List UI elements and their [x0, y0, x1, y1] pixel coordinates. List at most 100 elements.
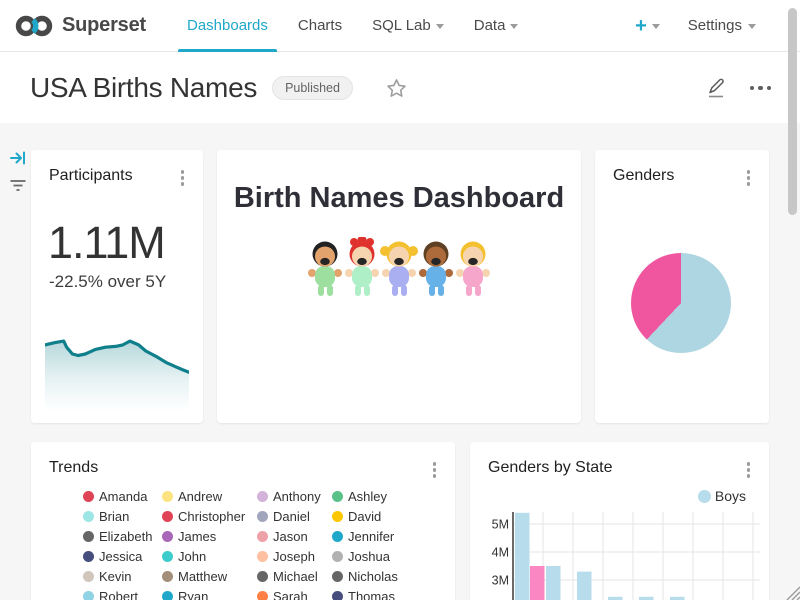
genders-pie-chart[interactable]	[631, 253, 731, 353]
legend-item-elizabeth[interactable]: Elizabeth	[83, 530, 162, 543]
legend-dot	[332, 591, 343, 600]
legend-item-james[interactable]: James	[162, 530, 257, 543]
legend-label: Boys	[715, 488, 746, 504]
nav-item-dashboards[interactable]: Dashboards	[172, 0, 283, 52]
legend-label: Jessica	[99, 549, 142, 564]
legend-dot	[257, 511, 268, 522]
legend-label: Anthony	[273, 489, 321, 504]
legend-dot	[83, 531, 94, 542]
legend-label: Matthew	[178, 569, 227, 584]
legend-label: Jason	[273, 529, 308, 544]
legend-item-nicholas[interactable]: Nicholas	[332, 570, 442, 583]
navbar-right: + Settings	[629, 16, 786, 36]
legend-item-thomas[interactable]: Thomas	[332, 590, 442, 600]
vertical-scrollbar[interactable]	[788, 8, 797, 215]
edit-pencil-icon[interactable]	[706, 77, 727, 99]
kid-figure	[456, 242, 490, 297]
kebab-menu-icon[interactable]	[428, 459, 442, 481]
legend-item-michael[interactable]: Michael	[257, 570, 332, 583]
legend-item-ryan[interactable]: Ryan	[162, 590, 257, 600]
kebab-menu-icon[interactable]	[176, 167, 190, 189]
legend-label: Sarah	[273, 589, 308, 600]
genders-card: Genders	[595, 150, 769, 423]
legend-label: Thomas	[348, 589, 395, 600]
legend-item-ashley[interactable]: Ashley	[332, 490, 442, 503]
new-button[interactable]: +	[629, 16, 666, 36]
legend-dot	[332, 491, 343, 502]
legend-dot	[332, 511, 343, 522]
legend-dot	[162, 571, 173, 582]
legend-dot	[162, 531, 173, 542]
legend-item-joshua[interactable]: Joshua	[332, 550, 442, 563]
nav-label: Charts	[298, 17, 342, 34]
legend-label: James	[178, 529, 216, 544]
resize-handle[interactable]	[783, 583, 800, 600]
legend-item-jennifer[interactable]: Jennifer	[332, 530, 442, 543]
legend-dot	[83, 571, 94, 582]
legend-label: Andrew	[178, 489, 222, 504]
legend-label: Nicholas	[348, 569, 398, 584]
legend-item-joseph[interactable]: Joseph	[257, 550, 332, 563]
legend-dot	[332, 571, 343, 582]
big-number-subheader: -22.5% over 5Y	[49, 272, 203, 292]
legend-item-daniel[interactable]: Daniel	[257, 510, 332, 523]
nav-menu: Dashboards Charts SQL Lab Data	[172, 0, 533, 52]
legend-dot	[83, 511, 94, 522]
legend-item-jessica[interactable]: Jessica	[83, 550, 162, 563]
legend-item-robert[interactable]: Robert	[83, 590, 162, 600]
legend-label: Daniel	[273, 509, 310, 524]
settings-menu[interactable]: Settings	[688, 17, 756, 34]
dashboard-grid: Participants 1.11M -22.5% over 5Y Birth …	[0, 123, 800, 600]
legend-dot	[257, 551, 268, 562]
filter-icon[interactable]	[9, 177, 27, 195]
nav-item-data[interactable]: Data	[459, 0, 534, 52]
legend-item-kevin[interactable]: Kevin	[83, 570, 162, 583]
kid-figure	[308, 242, 342, 297]
kid-figure	[380, 242, 418, 297]
kebab-menu-icon[interactable]	[742, 167, 756, 189]
svg-text:5M: 5M	[492, 518, 509, 532]
trends-legend: Amanda Andrew Anthony Ashley Brian Christophe…	[83, 490, 442, 600]
brand-name: Superset	[62, 14, 146, 37]
legend-item-amanda[interactable]: Amanda	[83, 490, 162, 503]
legend-item-andrew[interactable]: Andrew	[162, 490, 257, 503]
legend-dot	[332, 551, 343, 562]
legend-label: Brian	[99, 509, 129, 524]
legend-dot	[162, 551, 173, 562]
nav-label: SQL Lab	[372, 17, 431, 34]
markdown-card: Birth Names Dashboard	[217, 150, 581, 423]
legend-item-boys[interactable]: Boys	[698, 488, 746, 504]
header-actions	[706, 53, 774, 123]
legend-dot	[83, 551, 94, 562]
legend-item-matthew[interactable]: Matthew	[162, 570, 257, 583]
children-illustration	[306, 237, 493, 299]
legend-item-sarah[interactable]: Sarah	[257, 590, 332, 600]
legend-item-anthony[interactable]: Anthony	[257, 490, 332, 503]
legend-item-jason[interactable]: Jason	[257, 530, 332, 543]
legend-label: John	[178, 549, 206, 564]
more-options-icon[interactable]	[748, 82, 774, 95]
published-badge[interactable]: Published	[272, 76, 353, 100]
kebab-menu-icon[interactable]	[742, 459, 756, 481]
superset-logo[interactable]: Superset	[14, 13, 146, 39]
legend-item-david[interactable]: David	[332, 510, 442, 523]
nav-item-charts[interactable]: Charts	[283, 0, 357, 52]
legend-item-christopher[interactable]: Christopher	[162, 510, 257, 523]
legend-dot	[332, 531, 343, 542]
legend-item-brian[interactable]: Brian	[83, 510, 162, 523]
chart-title: Genders by State	[488, 459, 613, 477]
participants-trend-chart	[45, 335, 189, 411]
legend-label: David	[348, 509, 381, 524]
chart-title: Genders	[613, 167, 674, 185]
favorite-star-icon[interactable]	[386, 78, 407, 99]
legend-item-john[interactable]: John	[162, 550, 257, 563]
nav-item-sql-lab[interactable]: SQL Lab	[357, 0, 459, 52]
legend-label: Amanda	[99, 489, 147, 504]
plus-icon: +	[635, 16, 647, 36]
legend-dot	[257, 491, 268, 502]
legend-dot	[162, 591, 173, 600]
kid-figure	[345, 237, 379, 296]
legend-dot	[257, 591, 268, 600]
expand-filter-bar-icon[interactable]	[9, 149, 27, 167]
legend-label: Michael	[273, 569, 318, 584]
